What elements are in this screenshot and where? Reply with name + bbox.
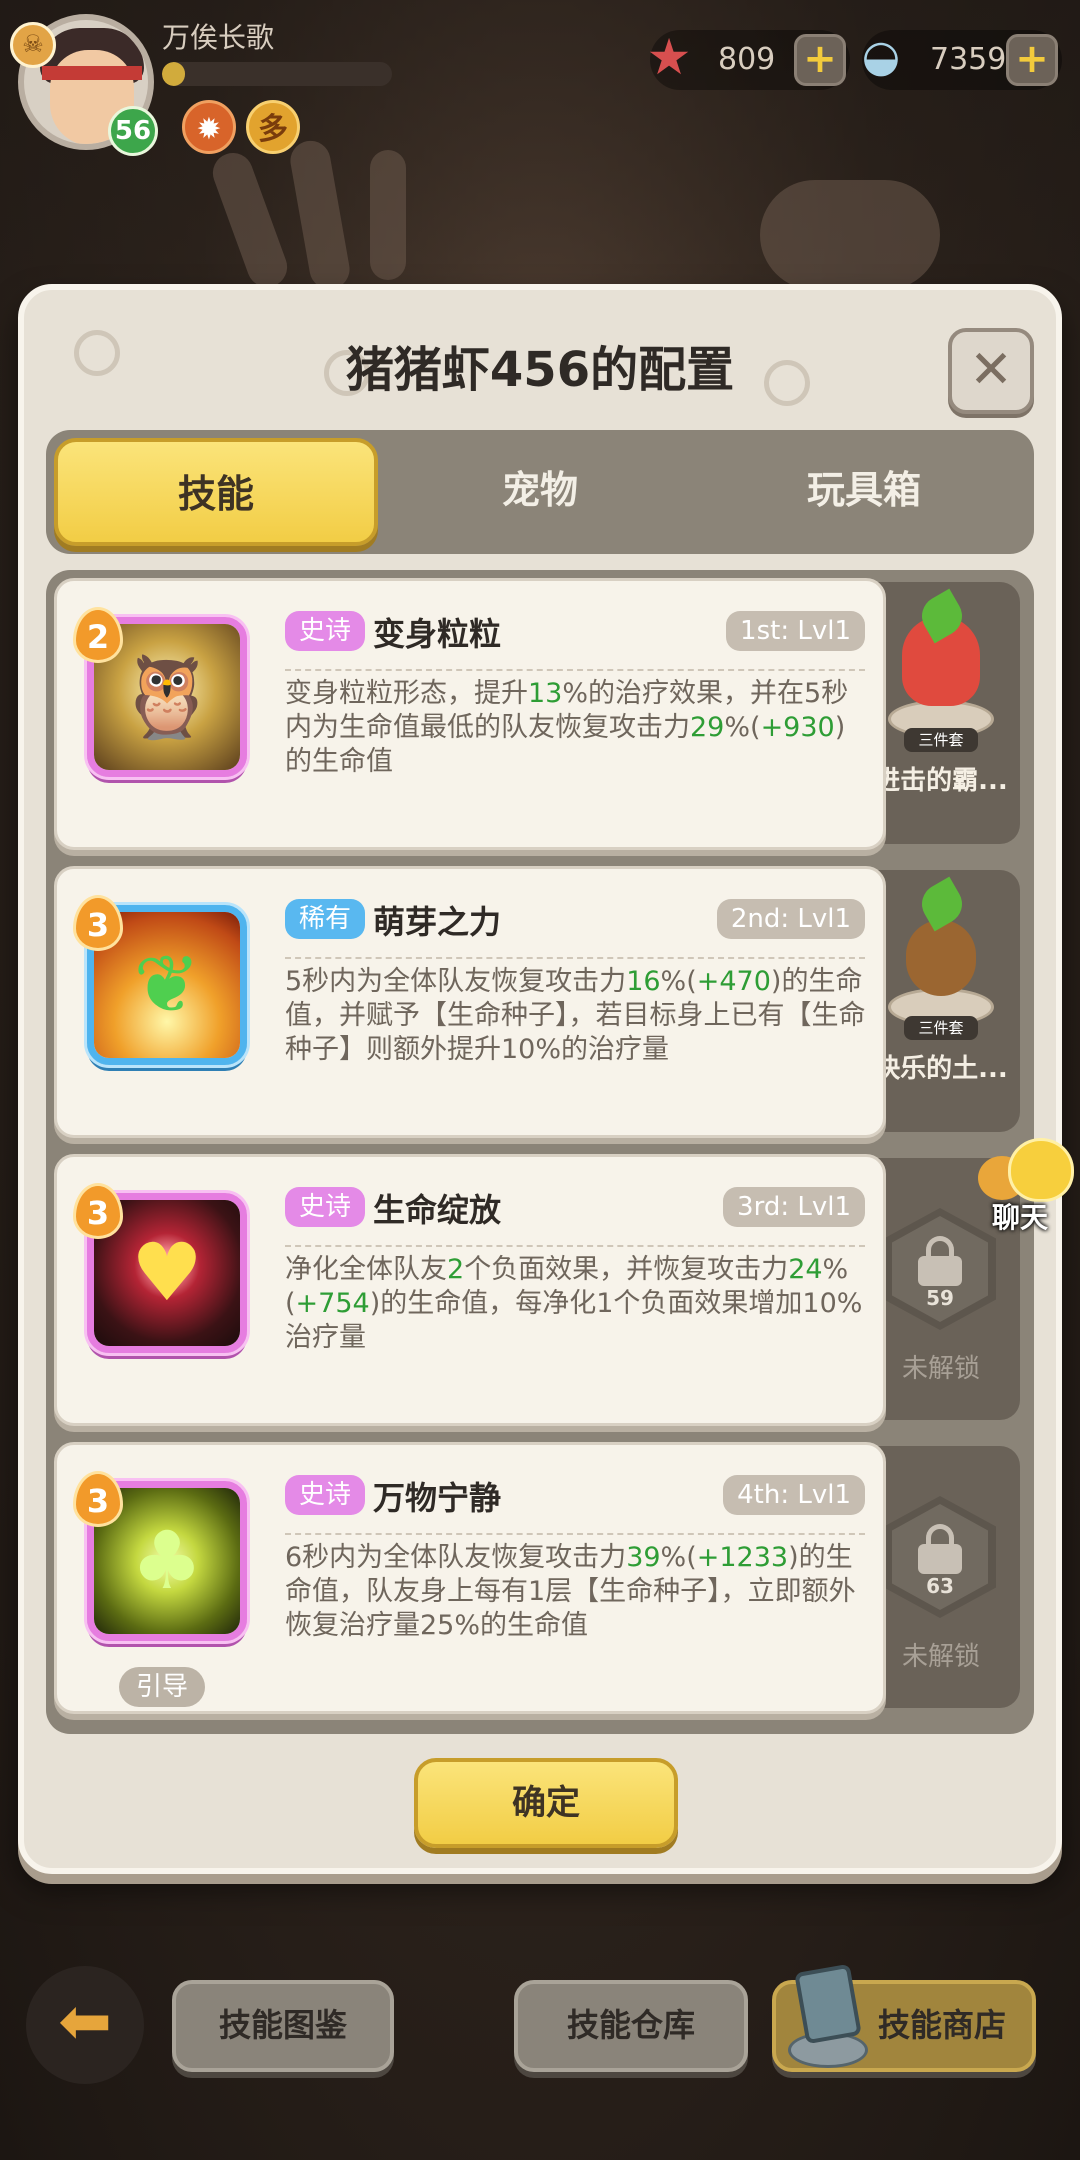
- skill-description: 变身粒粒形态，提升13%的治疗效果，并在5秒内为生命值最低的队友恢复攻击力29%…: [285, 678, 849, 777]
- skill-guide-button[interactable]: 技能图鉴: [172, 1980, 394, 2072]
- player-name: 万俟长歌: [162, 21, 275, 54]
- skill-name: 万物宁静: [373, 1479, 502, 1517]
- skill-card[interactable]: ❦ 3 稀有 萌芽之力 2nd: Lvl1 5秒内为全体队友恢复攻击力16%(+…: [54, 866, 886, 1138]
- skill-row: 63 未解锁 ♣ 3 引导 史诗 万物宁静 4th: Lvl1 6秒内为全体队友…: [54, 1442, 1028, 1720]
- player-level-badge: 56: [108, 106, 158, 156]
- tab-toybox[interactable]: 玩具箱: [702, 438, 1026, 546]
- slot-level-pill: 4th: Lvl1: [723, 1475, 865, 1515]
- dialog-title: 猪猪虾456的配置: [345, 342, 735, 398]
- rarity-tag: 史诗: [285, 1187, 366, 1227]
- skill-description: 5秒内为全体队友恢复攻击力16%(+470)的生命值，并赋予【生命种子】，若目标…: [285, 966, 866, 1065]
- lock-badge: 63: [884, 1496, 996, 1618]
- skill-description: 净化全体队友2个负面效果，并恢复攻击力24%(+754)的生命值，每净化1个负面…: [285, 1254, 863, 1353]
- slot-level-pill: 3rd: Lvl1: [723, 1187, 865, 1227]
- currency-shell: ◒ 7359 +: [862, 30, 1062, 90]
- skill-level-badge: 3: [73, 1183, 123, 1239]
- skill-name: 生命绽放: [373, 1191, 502, 1229]
- shell-amount: 7359: [930, 42, 1007, 77]
- skill-card[interactable]: ♥ 3 史诗 生命绽放 3rd: Lvl1 净化全体队友2个负面效果，并恢复攻击…: [54, 1154, 886, 1426]
- close-button[interactable]: ✕: [948, 328, 1034, 414]
- set-tag: 三件套: [904, 1016, 978, 1040]
- skill-row: 59 未解锁 ♥ 3 史诗 生命绽放 3rd: Lvl1 净化全体队友2个负面效…: [54, 1154, 1028, 1432]
- divider: [285, 669, 865, 671]
- back-button[interactable]: ⬅: [26, 1966, 144, 2084]
- chat-face-icon: [1008, 1138, 1074, 1202]
- buff-icon-orange[interactable]: ✹: [182, 100, 236, 154]
- starfish-amount: 809: [718, 42, 776, 77]
- confirm-button[interactable]: 确定: [414, 1758, 678, 1848]
- back-arrow-icon: ⬅: [58, 1985, 112, 2059]
- pet-image: 三件套: [882, 588, 1000, 752]
- chat-label[interactable]: 聊天: [992, 1196, 1048, 1236]
- tab-skills[interactable]: 技能: [54, 438, 378, 546]
- divider: [285, 957, 865, 959]
- config-dialog: 猪猪虾456的配置 ✕ 技能 宠物 玩具箱 三件套 进击的霸... 🦉 2 史诗…: [18, 284, 1062, 1874]
- skill-level-badge: 3: [73, 1471, 123, 1527]
- set-tag: 三件套: [904, 728, 978, 752]
- guide-tag: 引导: [119, 1667, 205, 1707]
- skill-card[interactable]: ♣ 3 引导 史诗 万物宁静 4th: Lvl1 6秒内为全体队友恢复攻击力39…: [54, 1442, 886, 1714]
- tab-bar: 技能 宠物 玩具箱: [46, 430, 1034, 554]
- skill-name: 萌芽之力: [373, 903, 502, 941]
- skill-level-badge: 2: [73, 607, 123, 663]
- divider: [285, 1533, 865, 1535]
- xp-bar: [162, 62, 392, 86]
- unlock-level: 63: [926, 1574, 954, 1598]
- skill-storage-button[interactable]: 技能仓库: [514, 1980, 748, 2072]
- skill-row: 三件套 快乐的土... ❦ 3 稀有 萌芽之力 2nd: Lvl1 5秒内为全体…: [54, 866, 1028, 1144]
- add-shell-button[interactable]: +: [1006, 34, 1058, 86]
- skill-description: 6秒内为全体队友恢复攻击力39%(+1233)的生命值，队友身上每有1层【生命种…: [285, 1542, 856, 1641]
- skill-row: 三件套 进击的霸... 🦉 2 史诗 变身粒粒 1st: Lvl1 变身粒粒形态…: [54, 578, 1028, 856]
- skill-name: 变身粒粒: [373, 615, 502, 653]
- slot-level-pill: 2nd: Lvl1: [716, 899, 865, 939]
- shell-icon: ◒: [861, 31, 901, 82]
- starfish-icon: ★: [646, 28, 692, 86]
- slot-level-pill: 1st: Lvl1: [726, 611, 865, 651]
- buff-icon-gold[interactable]: 多: [246, 100, 300, 154]
- skill-list: 三件套 进击的霸... 🦉 2 史诗 变身粒粒 1st: Lvl1 变身粒粒形态…: [46, 570, 1034, 1734]
- rarity-tag: 稀有: [285, 899, 366, 939]
- divider: [285, 1245, 865, 1247]
- currency-starfish: ★ 809 +: [647, 28, 850, 90]
- unlock-level: 59: [926, 1286, 954, 1310]
- shop-stone-icon: [782, 1962, 872, 2072]
- rarity-tag: 史诗: [285, 1475, 366, 1515]
- lock-badge: 59: [884, 1208, 996, 1330]
- xp-bar-fill: [162, 62, 185, 86]
- pet-image: 三件套: [882, 876, 1000, 1040]
- lock-icon: [918, 1236, 962, 1286]
- lock-icon: [918, 1524, 962, 1574]
- add-starfish-button[interactable]: +: [794, 34, 846, 86]
- skill-level-badge: 3: [73, 895, 123, 951]
- rarity-tag: 史诗: [285, 611, 366, 651]
- skill-card[interactable]: 🦉 2 史诗 变身粒粒 1st: Lvl1 变身粒粒形态，提升13%的治疗效果，…: [54, 578, 886, 850]
- avatar-frame-badge-icon: ☠: [10, 22, 56, 68]
- tab-pets[interactable]: 宠物: [378, 438, 702, 546]
